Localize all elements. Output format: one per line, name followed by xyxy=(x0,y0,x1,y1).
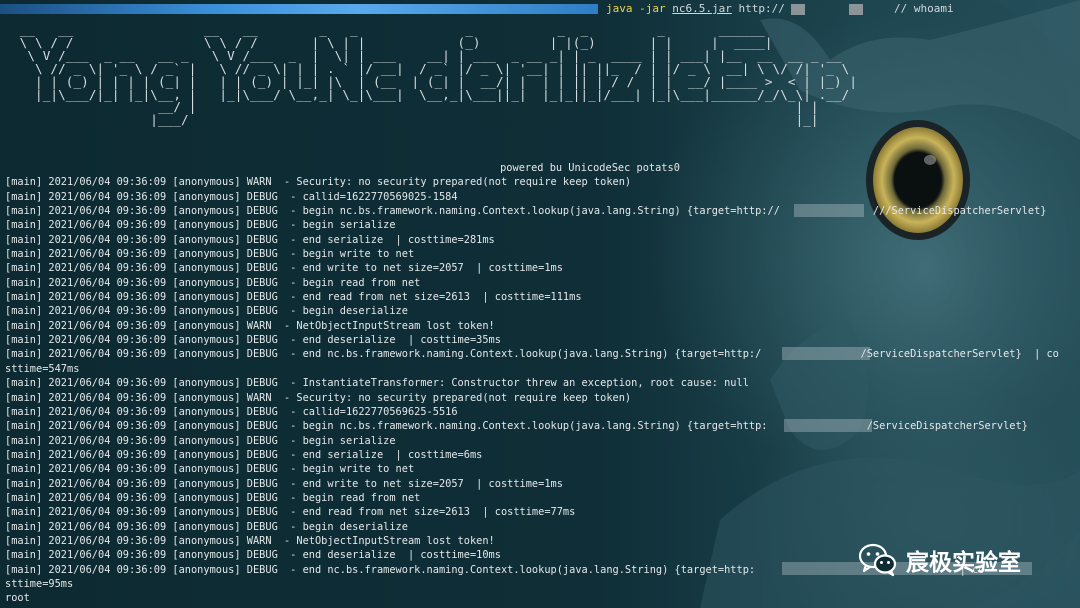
redacted-host xyxy=(784,419,872,432)
redacted-host xyxy=(791,3,806,15)
log-line: [main] 2021/06/04 09:36:09 [anonymous] D… xyxy=(5,448,483,461)
wechat-icon xyxy=(858,543,897,577)
log-line: sttime=547ms xyxy=(5,362,80,375)
log-line: [main] 2021/06/04 09:36:09 [anonymous] D… xyxy=(5,276,421,289)
watermark-text: 宸极实验室 xyxy=(906,550,1021,576)
log-line: [main] 2021/06/04 09:36:09 [anonymous] D… xyxy=(5,377,749,390)
redacted-host xyxy=(848,3,863,15)
command-jar: nc6.5.jar xyxy=(672,2,732,15)
log-line: root xyxy=(5,592,30,605)
log-line: [main] 2021/06/04 09:36:09 [anonymous] D… xyxy=(5,190,458,203)
powered-by-line: powered bu UnicodeSec potats0 xyxy=(500,162,680,174)
command-comment: // whoami xyxy=(893,2,954,15)
wechat-watermark: 宸极实验室 xyxy=(858,540,1021,580)
log-line: [main] 2021/06/04 09:36:09 [anonymous] D… xyxy=(5,348,1059,361)
command-url: http:// xyxy=(738,2,785,15)
ascii-art-banner: __ __ __ __ _ _ _ _ _ _ ______ \ \ / / \… xyxy=(19,22,858,128)
log-line: [main] 2021/06/04 09:36:09 [anonymous] D… xyxy=(5,491,421,504)
log-line: [main] 2021/06/04 09:36:09 [anonymous] W… xyxy=(5,176,632,189)
log-line: [main] 2021/06/04 09:36:09 [anonymous] D… xyxy=(5,262,563,275)
log-line: [main] 2021/06/04 09:36:09 [anonymous] D… xyxy=(5,463,415,476)
log-line: [main] 2021/06/04 09:36:09 [anonymous] D… xyxy=(5,434,396,447)
log-line: [main] 2021/06/04 09:36:09 [anonymous] W… xyxy=(5,319,495,332)
log-line: [main] 2021/06/04 09:36:09 [anonymous] D… xyxy=(5,291,582,304)
log-line: [main] 2021/06/04 09:36:09 [anonymous] D… xyxy=(5,520,408,533)
redacted-host xyxy=(782,347,870,360)
command-program: java xyxy=(606,2,633,15)
log-line: [main] 2021/06/04 09:36:09 [anonymous] D… xyxy=(5,219,396,232)
log-line: [main] 2021/06/04 09:36:09 [anonymous] D… xyxy=(5,233,495,246)
redacted-prompt xyxy=(0,4,598,14)
command-args: -jar xyxy=(639,2,666,15)
terminal-command-line: java -jar nc6.5.jar http:// // whoami xyxy=(0,0,1080,18)
log-line: [main] 2021/06/04 09:36:09 [anonymous] D… xyxy=(5,205,1047,218)
log-line: [main] 2021/06/04 09:36:09 [anonymous] D… xyxy=(5,420,1028,433)
terminal-output: powered bu UnicodeSec potats0 [main] 202… xyxy=(5,161,1080,606)
log-line: [main] 2021/06/04 09:36:09 [anonymous] D… xyxy=(5,305,408,318)
log-line: [main] 2021/06/04 09:36:09 [anonymous] D… xyxy=(5,248,415,261)
command-text: java -jar nc6.5.jar http:// // whoami xyxy=(606,0,954,18)
log-line: [main] 2021/06/04 09:36:09 [anonymous] D… xyxy=(5,405,458,418)
log-line: [main] 2021/06/04 09:36:09 [anonymous] W… xyxy=(5,391,632,404)
log-line: [main] 2021/06/04 09:36:09 [anonymous] D… xyxy=(5,506,576,519)
log-line: [main] 2021/06/04 09:36:09 [anonymous] D… xyxy=(5,477,563,490)
log-line: [main] 2021/06/04 09:36:09 [anonymous] D… xyxy=(5,334,501,347)
redacted-host xyxy=(794,204,864,217)
